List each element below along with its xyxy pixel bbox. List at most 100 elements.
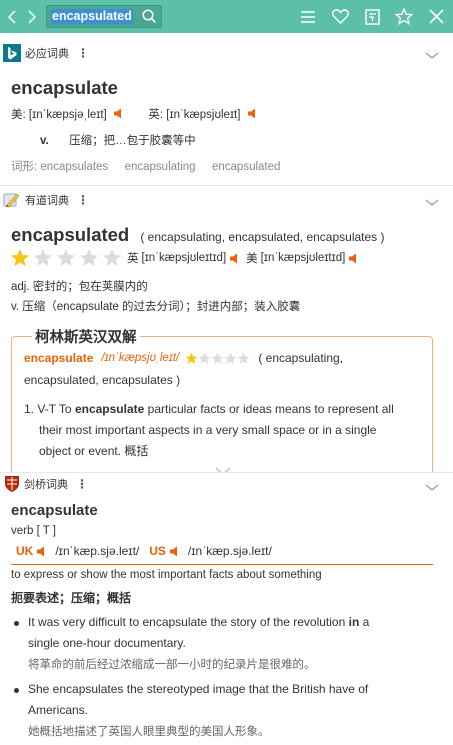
forms-label: 词形: bbox=[11, 161, 38, 173]
headword-row: encapsulated ( encapsulating, encapsulat… bbox=[0, 224, 385, 246]
word-form-link[interactable]: encapsulates bbox=[40, 161, 108, 173]
star-empty-icon bbox=[198, 352, 211, 364]
chevron-down-icon[interactable] bbox=[425, 192, 439, 211]
section-header: 有道词典 ⋮ bbox=[0, 188, 453, 212]
speaker-icon[interactable] bbox=[169, 546, 180, 557]
collins-entry-head: encapsulate /ɪnˈkæpsjʊˌleɪt/ ( encapsula… bbox=[24, 351, 343, 365]
sense-text: their most important aspects in a very s… bbox=[39, 423, 377, 437]
uk-ipa: /ɪnˈkæp.sjə.leɪt/ bbox=[55, 544, 140, 558]
close-icon[interactable] bbox=[425, 6, 447, 28]
example-keyword: in bbox=[348, 615, 360, 629]
star-empty-icon bbox=[224, 352, 237, 364]
star-empty-icon bbox=[57, 249, 75, 266]
example-text: single one-hour documentary. bbox=[28, 636, 186, 650]
back-arrow-icon[interactable] bbox=[2, 0, 22, 33]
example-translation: 她概括地描述了英国人眼里典型的美国人形象。 bbox=[28, 726, 270, 738]
menu-icon[interactable] bbox=[297, 6, 319, 28]
example-2: She encapsulates the stereotyped image t… bbox=[28, 679, 368, 743]
section-name: 必应词典 bbox=[25, 47, 69, 60]
star-rating bbox=[185, 352, 250, 365]
example-text: It was very difficult to encapsulate the… bbox=[28, 615, 349, 629]
section-header: 必应词典 ⋮ bbox=[0, 41, 453, 65]
sense-text: particular facts or ideas means to repre… bbox=[144, 402, 394, 416]
example-text: Americans. bbox=[28, 703, 89, 717]
definition-en: to express or show the most important fa… bbox=[11, 569, 322, 581]
pronunciation-row: 美: [ɪnˈkæpsjəˌleɪt] 英: [ɪnˈkæpsjʊleɪt] bbox=[11, 106, 258, 122]
search-input[interactable]: encapsulated bbox=[46, 5, 162, 28]
speaker-icon[interactable] bbox=[37, 546, 47, 557]
part-of-speech: v. bbox=[40, 135, 49, 147]
chevron-down-icon[interactable] bbox=[425, 477, 439, 496]
section-name: 有道词典 bbox=[25, 194, 69, 207]
collins-ipa: /ɪnˈkæpsjʊˌleɪt/ bbox=[101, 352, 180, 364]
section-name: 剑桥词典 bbox=[24, 478, 68, 491]
definition-line: adj. 密封的；包在荚膜内的 bbox=[11, 281, 148, 293]
speaker-icon[interactable] bbox=[247, 108, 258, 119]
search-query: encapsulated bbox=[51, 9, 133, 24]
uk-label: 英: bbox=[148, 109, 164, 121]
headword: encapsulated bbox=[11, 224, 130, 245]
forward-arrow-icon[interactable] bbox=[22, 0, 42, 33]
more-options-icon[interactable]: ⋮ bbox=[77, 193, 89, 207]
more-options-icon[interactable]: ⋮ bbox=[77, 46, 89, 60]
word-form-link[interactable]: encapsulated bbox=[212, 161, 280, 173]
example-text: a bbox=[359, 615, 370, 629]
sense-number: 1. bbox=[24, 402, 35, 416]
speaker-icon[interactable] bbox=[113, 108, 124, 119]
us-label: 美: bbox=[11, 109, 26, 121]
us-ipa: [ɪnˈkæpsjʊleɪtɪd] bbox=[260, 252, 346, 264]
sense-text: V-T To bbox=[37, 402, 75, 416]
search-icon[interactable] bbox=[142, 9, 157, 24]
pronunciation-row: 英 [ɪnˈkæpsjʊleɪtɪd] 美 [ɪnˈkæpsjʊleɪtɪd] bbox=[10, 248, 359, 268]
word-form-link[interactable]: encapsulating bbox=[125, 161, 196, 173]
more-options-icon[interactable]: ⋮ bbox=[76, 477, 88, 491]
collins-sense: 1. V-T To encapsulate particular facts o… bbox=[24, 399, 394, 462]
inflections: ( encapsulating, encapsulated, encapsula… bbox=[140, 230, 385, 244]
heart-icon[interactable] bbox=[329, 6, 351, 28]
star-icon[interactable] bbox=[393, 6, 415, 28]
bing-logo-icon bbox=[3, 44, 21, 62]
sense-text: object or event. 概括 bbox=[39, 444, 149, 458]
collapse-chevron-icon[interactable] bbox=[215, 33, 229, 47]
star-filled-icon bbox=[11, 249, 29, 266]
divider bbox=[11, 564, 433, 565]
star-empty-icon bbox=[237, 352, 250, 364]
uk-ipa: [ɪnˈkæpsjʊleɪt] bbox=[166, 109, 241, 121]
toolbar: encapsulated bbox=[0, 0, 453, 33]
section-header: 剑桥词典 ⋮ bbox=[0, 473, 453, 495]
definition-zh: 扼要表述；压缩；概括 bbox=[11, 591, 132, 605]
word-forms-row: 词形: encapsulates encapsulating encapsula… bbox=[11, 158, 280, 174]
definition-text: 压缩；把…包于胶囊等中 bbox=[69, 135, 196, 147]
dictionary-window: encapsulated 必应词典 ⋮ encapsulate 美: [ɪnˈk… bbox=[0, 0, 453, 745]
speaker-icon[interactable] bbox=[230, 253, 240, 264]
headword: encapsulate bbox=[11, 502, 98, 519]
bullet bbox=[14, 688, 19, 693]
collins-box: 柯林斯英汉双解 encapsulate /ɪnˈkæpsjʊˌleɪt/ ( e… bbox=[11, 326, 433, 476]
star-empty-icon bbox=[80, 249, 98, 266]
example-translation: 将革命的前后经过浓缩成一部一小时的纪录片是很难的。 bbox=[28, 659, 316, 671]
star-filled-icon bbox=[185, 352, 198, 364]
us-label: 美 bbox=[246, 253, 258, 265]
collins-title: 柯林斯英汉双解 bbox=[32, 326, 140, 347]
grammar-code: [ T ] bbox=[36, 525, 56, 537]
expand-chevron-icon[interactable] bbox=[215, 461, 231, 475]
speaker-icon[interactable] bbox=[349, 253, 359, 264]
star-empty-icon bbox=[103, 249, 121, 266]
example-1: It was very difficult to encapsulate the… bbox=[28, 612, 369, 676]
uk-label: UK bbox=[16, 544, 34, 558]
cambridge-dictionary-section: 剑桥词典 ⋮ encapsulate verb [ T ] UK /ɪnˈkæp… bbox=[0, 473, 453, 745]
star-empty-icon bbox=[34, 249, 52, 266]
pronunciation-row: UK /ɪnˈkæp.sjə.leɪt/ US /ɪnˈkæp.sjə.leɪt… bbox=[16, 544, 272, 558]
collins-inflections: encapsulated, encapsulates ) bbox=[24, 373, 181, 387]
sense-keyword: encapsulate bbox=[74, 402, 145, 416]
bullet bbox=[14, 621, 19, 626]
star-empty-icon bbox=[211, 352, 224, 364]
cambridge-logo-icon bbox=[4, 475, 20, 493]
chevron-down-icon[interactable] bbox=[425, 45, 439, 64]
definition-row: v. 压缩；把…包于胶囊等中 bbox=[40, 132, 196, 148]
star-rating bbox=[10, 248, 125, 268]
divider bbox=[0, 185, 453, 186]
bookmark-icon[interactable] bbox=[361, 6, 383, 28]
us-label: US bbox=[149, 544, 166, 558]
us-ipa: /ɪnˈkæp.sjə.leɪt/ bbox=[187, 544, 272, 558]
